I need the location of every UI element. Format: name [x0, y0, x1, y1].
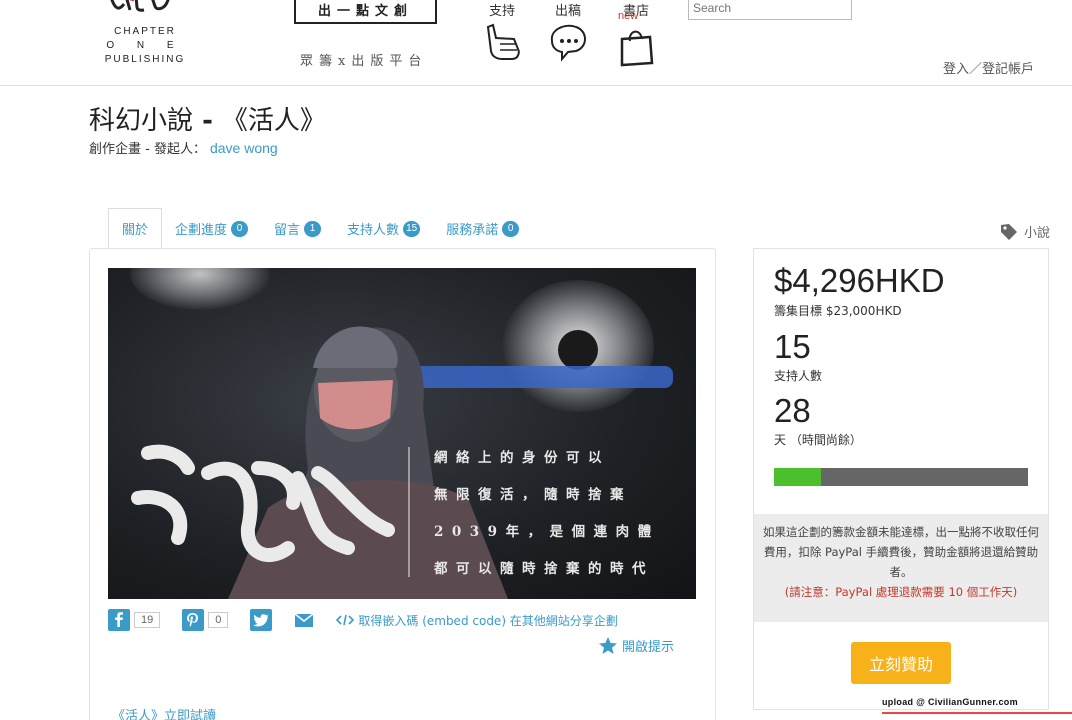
embed-code-link[interactable]: 取得嵌入碼 (embed code) 在其他網站分享企劃	[336, 612, 618, 629]
tab-service[interactable]: 服務承諾 0	[433, 208, 532, 249]
tab-backers[interactable]: 支持人數 15	[334, 208, 433, 249]
tab-comments-count: 1	[304, 220, 322, 237]
tab-service-count: 0	[502, 220, 520, 237]
share-row: 19 0 取得嵌入碼 (embed code) 在其他網站分享企劃	[108, 608, 618, 632]
tab-comments-label: 留言	[274, 223, 301, 238]
project-tabs: 關於 企劃進度 0 留言 1 支持人數 15 服務承諾 0	[108, 208, 532, 249]
logo-mark-icon	[110, 0, 170, 12]
page-title: 科幻小說 - 《活人》	[89, 100, 326, 137]
tab-about-label: 關於	[122, 223, 149, 238]
site-logo[interactable]: CHAPTER O N E PUBLISHING	[100, 0, 190, 70]
pinterest-icon	[182, 609, 205, 631]
title-name: 《活人》	[221, 106, 326, 136]
nav-submit-label: 出稿	[554, 4, 581, 19]
facebook-count: 19	[134, 612, 161, 628]
pinterest-count: 0	[208, 612, 229, 628]
trial-read-link[interactable]: 《活人》立即試讀	[112, 705, 216, 720]
backers-label: 支持人數	[774, 369, 823, 383]
funding-progress-fill	[774, 468, 822, 486]
brand-box[interactable]: 出一點文創	[294, 0, 437, 24]
hero-line-4: 都可以隨時捨棄的時代	[434, 561, 654, 577]
project-subtitle: 創作企畫 - 發起人： dave wong	[89, 138, 278, 157]
days-remaining: 28	[774, 392, 811, 429]
speech-bubble-icon	[550, 24, 586, 62]
title-prefix: 科幻小說	[89, 106, 194, 136]
code-icon	[336, 614, 355, 626]
brand-subtitle: 眾籌x出版平台	[300, 54, 428, 69]
hero-line-3: 2039年，是個連肉體	[434, 524, 660, 540]
tab-comments[interactable]: 留言 1	[261, 208, 334, 249]
site-header: CHAPTER O N E PUBLISHING 出一點文創 眾籌x出版平台 支…	[0, 0, 1072, 86]
funding-amount: $4,296HKD	[774, 262, 945, 299]
hero-divider	[408, 447, 410, 577]
hero-line-2: 無限復活，隨時捨棄	[434, 487, 632, 503]
shopping-bag-icon	[620, 30, 654, 67]
thumbs-up-icon	[486, 23, 520, 60]
sponsor-button[interactable]: 立刻贊助	[851, 642, 951, 684]
tab-backers-label: 支持人數	[347, 223, 400, 238]
hero-caption: 網絡上的身份可以 無限復活，隨時捨棄 2039年，是個連肉體 都可以隨時捨棄的時…	[434, 440, 660, 588]
twitter-icon	[250, 609, 273, 631]
nav-support[interactable]: 支持	[480, 0, 524, 67]
funding-goal: 籌集目標 $23,000HKD	[774, 304, 902, 318]
star-icon	[599, 637, 617, 654]
backers-count: 15	[774, 328, 811, 365]
days-label: 天 （時間尚餘）	[774, 433, 862, 447]
refund-warning: (請注意：PayPal 處理退款需要 10 個工作天)	[784, 585, 1018, 599]
tab-progress[interactable]: 企劃進度 0	[162, 208, 261, 249]
logo-text-one: O N E	[106, 40, 184, 51]
notify-label: 開啟提示	[622, 640, 675, 655]
watermark: upload @ CivilianGunner.com	[882, 697, 1018, 707]
refund-notice-text: 如果這企劃的籌款金額未能達標，出一點將不收取任何費用，扣除 PayPal 手續費…	[763, 525, 1039, 579]
title-dash: -	[193, 106, 222, 136]
tab-progress-label: 企劃進度	[175, 223, 228, 238]
nav-submit[interactable]: 出稿	[546, 0, 590, 67]
new-badge: new	[618, 10, 639, 22]
pinterest-share[interactable]: 0	[182, 609, 229, 631]
hero-line-1: 網絡上的身份可以	[434, 450, 610, 466]
creator-link[interactable]: dave wong	[210, 140, 278, 156]
logo-text-chapter: CHAPTER	[114, 26, 176, 37]
tab-about[interactable]: 關於	[108, 208, 163, 249]
category-tag[interactable]: 小說	[1000, 222, 1050, 241]
tag-icon	[1000, 223, 1017, 240]
email-share[interactable]	[294, 612, 314, 628]
category-label: 小說	[1023, 226, 1050, 241]
logo-text-publishing: PUBLISHING	[104, 54, 186, 65]
tab-backers-count: 15	[403, 220, 421, 237]
facebook-share[interactable]: 19	[108, 609, 161, 631]
search-input[interactable]	[688, 0, 852, 20]
nav-support-label: 支持	[488, 4, 515, 19]
watermark-underline	[882, 712, 1072, 714]
tab-service-label: 服務承諾	[446, 223, 499, 238]
envelope-icon	[294, 613, 314, 627]
tab-progress-count: 0	[231, 220, 249, 237]
facebook-icon	[108, 609, 130, 631]
subtitle-label: 創作企畫 - 發起人：	[89, 142, 206, 157]
login-link[interactable]: 登入／登記帳戶	[943, 58, 1034, 77]
notify-button[interactable]: 開啟提示	[598, 636, 674, 655]
refund-notice: 如果這企劃的籌款金額未能達標，出一點將不收取任何費用，扣除 PayPal 手續費…	[754, 514, 1048, 622]
funding-progress-bar	[774, 468, 1028, 486]
embed-code-label: 取得嵌入碼 (embed code) 在其他網站分享企劃	[358, 613, 618, 628]
twitter-share[interactable]	[250, 609, 273, 631]
nav-bookstore[interactable]: 書店 new	[616, 0, 656, 73]
